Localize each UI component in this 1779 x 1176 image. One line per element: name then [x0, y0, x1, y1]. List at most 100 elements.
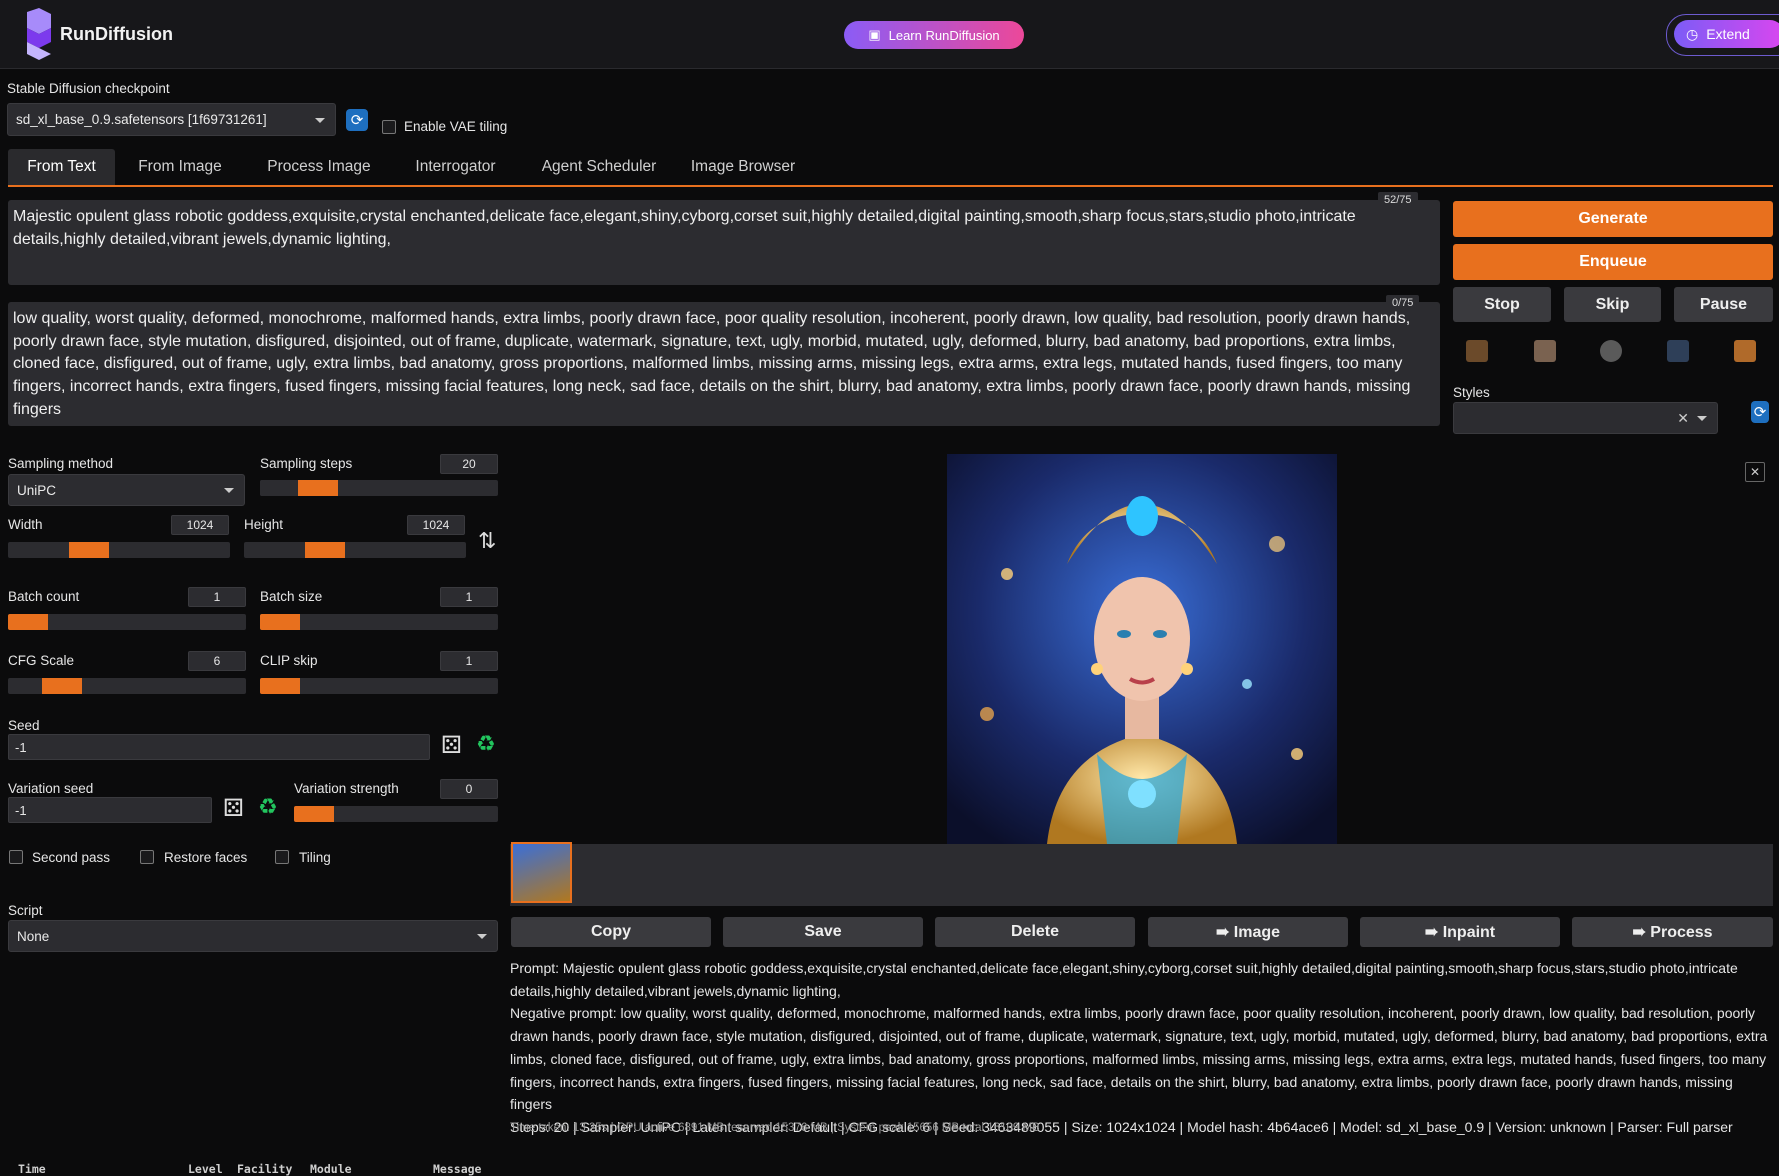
- script-label: Script: [8, 903, 43, 918]
- chevron-down-icon: [477, 934, 487, 939]
- learn-rundiffusion-button[interactable]: ▣ Learn RunDiffusion: [844, 21, 1024, 49]
- clip-skip-slider[interactable]: [260, 678, 498, 694]
- recycle-icon[interactable]: ♻: [258, 794, 278, 820]
- info-prompt: Prompt: Majestic opulent glass robotic g…: [510, 960, 1738, 999]
- sampling-steps-slider[interactable]: [260, 480, 498, 496]
- height-label: Height: [244, 517, 284, 532]
- send-to-image-button[interactable]: ➠ Image: [1148, 917, 1348, 947]
- save-button[interactable]: Save: [723, 917, 923, 947]
- clipboard-icon[interactable]: [1734, 340, 1756, 362]
- batch-count-slider[interactable]: [8, 614, 246, 630]
- main-tabs: From Text From Image Process Image Inter…: [8, 149, 1773, 187]
- info-negative-prompt: Negative prompt: low quality, worst qual…: [510, 1005, 1768, 1113]
- checkpoint-dropdown[interactable]: sd_xl_base_0.9.safetensors [1f69731261]: [7, 103, 336, 136]
- refresh-styles-icon[interactable]: ⟳: [1751, 401, 1769, 423]
- pause-button[interactable]: Pause: [1674, 287, 1773, 322]
- extend-button[interactable]: ◷ Extend: [1674, 20, 1779, 48]
- script-dropdown[interactable]: None: [8, 920, 498, 952]
- variation-seed-label: Variation seed: [8, 781, 94, 796]
- cfg-scale-input[interactable]: 6: [188, 651, 246, 671]
- styles-label: Styles: [1453, 385, 1490, 400]
- globe-icon[interactable]: [1600, 340, 1622, 362]
- negative-prompt-input[interactable]: low quality, worst quality, deformed, mo…: [8, 302, 1440, 426]
- tab-interrogator[interactable]: Interrogator: [399, 149, 512, 185]
- script-value: None: [17, 928, 50, 944]
- sampling-steps-input[interactable]: 20: [440, 454, 498, 474]
- vae-tiling-checkbox[interactable]: [382, 120, 396, 134]
- chevron-down-icon: [315, 117, 325, 123]
- batch-size-slider[interactable]: [260, 614, 498, 630]
- sampling-steps-label: Sampling steps: [260, 456, 353, 471]
- delete-button[interactable]: Delete: [935, 917, 1135, 947]
- gallery-thumbnail[interactable]: [511, 842, 572, 903]
- width-slider[interactable]: [8, 542, 230, 558]
- prompt-input[interactable]: Majestic opulent glass robotic goddess,e…: [8, 200, 1440, 285]
- tiling-label: Tiling: [299, 850, 331, 865]
- generated-image[interactable]: [947, 454, 1337, 844]
- tab-from-text[interactable]: From Text: [8, 149, 115, 185]
- second-pass-checkbox[interactable]: [9, 850, 23, 864]
- time-taken: Time taken: 13.25s | GPU active 6891 MB …: [510, 1122, 1040, 1134]
- sampling-method-dropdown[interactable]: UniPC: [8, 474, 245, 506]
- checkpoint-value: sd_xl_base_0.9.safetensors [1f69731261]: [16, 112, 267, 127]
- generation-info: Prompt: Majestic opulent glass robotic g…: [510, 957, 1772, 1139]
- width-input[interactable]: 1024: [171, 515, 229, 535]
- clip-skip-label: CLIP skip: [260, 653, 318, 668]
- book-icon[interactable]: [1466, 340, 1488, 362]
- height-slider[interactable]: [244, 542, 466, 558]
- dice-icon[interactable]: ⚄: [441, 731, 462, 760]
- log-col-time: Time: [18, 1162, 46, 1176]
- tab-from-image[interactable]: From Image: [127, 149, 233, 185]
- rundiffusion-logo-icon: [27, 8, 51, 60]
- variation-seed-input[interactable]: -1: [8, 797, 212, 823]
- cfg-scale-slider[interactable]: [8, 678, 246, 694]
- extra-networks-icon[interactable]: [1534, 340, 1556, 362]
- dice-icon[interactable]: ⚄: [223, 794, 244, 823]
- batch-size-input[interactable]: 1: [440, 587, 498, 607]
- log-col-module: Module: [310, 1162, 352, 1176]
- height-input[interactable]: 1024: [407, 515, 465, 535]
- top-bar: RunDiffusion ▣ Learn RunDiffusion ◷ Exte…: [0, 0, 1779, 69]
- send-to-process-button[interactable]: ➠ Process: [1572, 917, 1773, 947]
- tab-agent-scheduler[interactable]: Agent Scheduler: [523, 149, 675, 185]
- vae-tiling-label: Enable VAE tiling: [404, 119, 508, 134]
- brand-name: RunDiffusion: [60, 24, 173, 44]
- width-label: Width: [8, 517, 43, 532]
- batch-size-label: Batch size: [260, 589, 323, 604]
- skip-button[interactable]: Skip: [1564, 287, 1661, 322]
- second-pass-label: Second pass: [32, 850, 111, 865]
- seed-input[interactable]: -1: [8, 734, 430, 760]
- sampling-method-value: UniPC: [17, 482, 57, 498]
- extend-button-label: Extend: [1706, 26, 1750, 42]
- variation-strength-label: Variation strength: [294, 781, 399, 796]
- styles-dropdown[interactable]: ✕: [1453, 402, 1718, 434]
- sampling-method-label: Sampling method: [8, 456, 114, 471]
- batch-count-input[interactable]: 1: [188, 587, 246, 607]
- recycle-icon[interactable]: ♻: [476, 731, 496, 757]
- log-col-message: Message: [433, 1162, 482, 1176]
- book-icon: ▣: [868, 27, 881, 42]
- swap-dimensions-icon[interactable]: ⇅: [478, 528, 496, 554]
- batch-count-label: Batch count: [8, 589, 80, 604]
- clip-skip-input[interactable]: 1: [440, 651, 498, 671]
- variation-strength-slider[interactable]: [294, 806, 498, 822]
- checkpoint-label: Stable Diffusion checkpoint: [7, 81, 170, 96]
- tab-process-image[interactable]: Process Image: [251, 149, 387, 185]
- refresh-checkpoint-icon[interactable]: ⟳: [346, 109, 368, 131]
- tab-image-browser[interactable]: Image Browser: [679, 149, 807, 185]
- enqueue-button[interactable]: Enqueue: [1453, 244, 1773, 280]
- variation-strength-input[interactable]: 0: [440, 779, 498, 799]
- clear-icon[interactable]: ✕: [1677, 410, 1689, 427]
- close-icon[interactable]: ✕: [1745, 462, 1765, 482]
- seed-label: Seed: [8, 718, 40, 733]
- tiling-checkbox[interactable]: [275, 850, 289, 864]
- generate-button[interactable]: Generate: [1453, 201, 1773, 237]
- log-col-facility: Facility: [237, 1162, 293, 1176]
- save-style-icon[interactable]: [1667, 340, 1689, 362]
- send-to-inpaint-button[interactable]: ➠ Inpaint: [1360, 917, 1560, 947]
- restore-faces-checkbox[interactable]: [140, 850, 154, 864]
- chevron-down-icon: [1697, 416, 1707, 421]
- copy-button[interactable]: Copy: [511, 917, 711, 947]
- stop-button[interactable]: Stop: [1453, 287, 1551, 322]
- log-col-level: Level: [188, 1162, 223, 1176]
